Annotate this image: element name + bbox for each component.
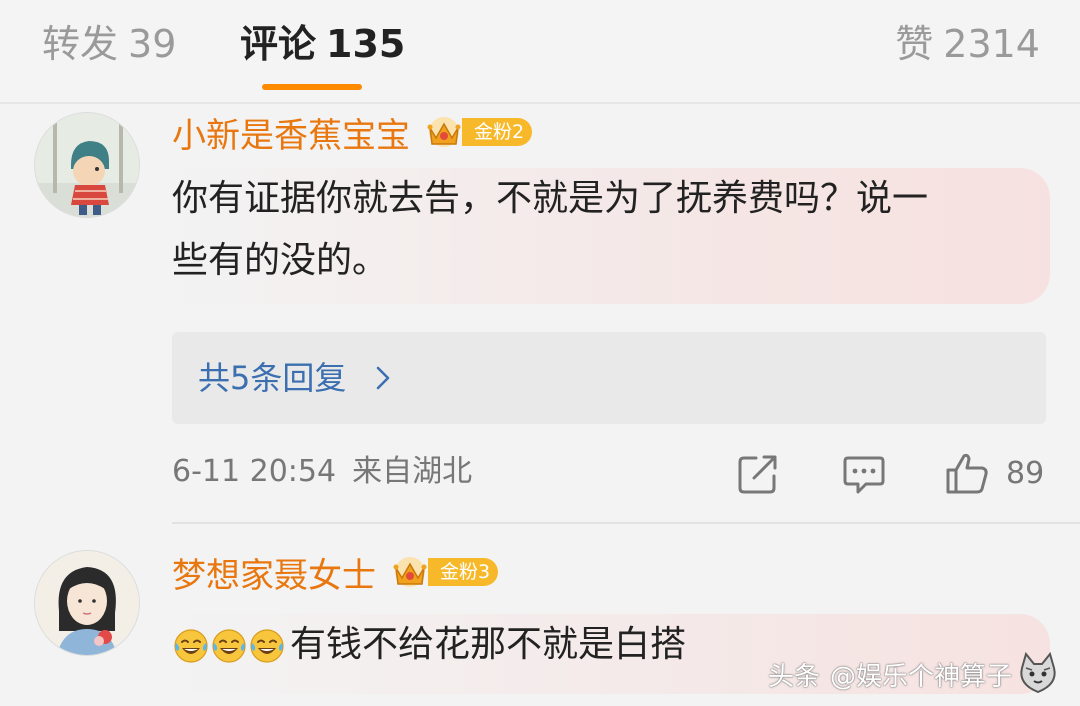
comment-tab-bar: 转发 39 评论 135 赞 2314 <box>0 0 1080 104</box>
replies-count-label: 共5条回复 <box>198 359 347 397</box>
fan-level-label: 金粉3 <box>428 558 499 586</box>
tab-repost[interactable]: 转发 39 <box>42 20 176 68</box>
tab-likes[interactable]: 赞 2314 <box>895 20 1040 68</box>
tab-likes-label: 赞 <box>895 22 934 66</box>
like-button[interactable]: 89 <box>944 450 1054 496</box>
comment-text-line: 你有证据你就去告，不就是为了抚养费吗？说一 <box>172 178 929 219</box>
tab-likes-count: 2314 <box>943 22 1040 66</box>
avatar[interactable] <box>34 112 140 218</box>
cat-mascot-icon <box>1020 651 1056 694</box>
tab-comments[interactable]: 评论 135 <box>240 20 405 68</box>
share-button[interactable] <box>736 450 780 496</box>
share-icon <box>738 455 777 494</box>
tab-comments-count: 135 <box>326 22 406 66</box>
avatar-illustration <box>35 551 139 655</box>
active-tab-indicator <box>262 84 362 90</box>
comment-icon <box>843 456 885 494</box>
user-row: 梦想家聂女士 金粉3 <box>172 548 499 597</box>
laughing-tears-emoji <box>250 629 284 663</box>
chevron-right-icon <box>376 366 390 390</box>
location: 来自湖北 <box>352 454 473 489</box>
comment-text: 你有证据你就去告，不就是为了抚养费吗？说一 些有的没的。 <box>172 168 1050 304</box>
fan-badge[interactable]: 金粉3 <box>388 554 499 590</box>
comment-meta: 6-11 20:54 来自湖北 <box>172 448 472 496</box>
laughing-tears-emoji <box>212 629 246 663</box>
tab-comments-label: 评论 <box>240 22 317 66</box>
comment-text-line: 些有的没的。 <box>172 240 389 281</box>
reply-button[interactable] <box>842 450 886 496</box>
emoji-group <box>172 627 286 665</box>
avatar-illustration <box>35 113 139 217</box>
like-count: 89 <box>1006 456 1045 491</box>
tab-repost-count: 39 <box>128 22 177 66</box>
timestamp: 6-11 20:54 <box>172 454 337 489</box>
username[interactable]: 梦想家聂女士 <box>172 548 376 597</box>
avatar[interactable] <box>34 550 140 656</box>
username[interactable]: 小新是香蕉宝宝 <box>172 108 410 157</box>
watermark-platform: 头条 <box>767 661 820 692</box>
fan-level-label: 金粉2 <box>462 118 533 146</box>
comment-text-line: 有钱不给花那不就是白搭 <box>290 624 687 665</box>
fan-badge[interactable]: 金粉2 <box>422 114 533 150</box>
user-row: 小新是香蕉宝宝 金粉2 <box>172 108 533 157</box>
watermark: 头条 @娱乐个神算子 <box>768 648 1062 700</box>
watermark-account: @娱乐个神算子 <box>829 661 1012 692</box>
tab-repost-label: 转发 <box>42 22 119 66</box>
laughing-tears-emoji <box>174 629 208 663</box>
comment-item: 小新是香蕉宝宝 金粉2 你有证据你就去告，不就是为了抚养费吗？说一 些有的没的。… <box>0 104 1080 524</box>
like-icon <box>946 453 988 494</box>
view-replies-button[interactable]: 共5条回复 <box>172 332 1046 424</box>
